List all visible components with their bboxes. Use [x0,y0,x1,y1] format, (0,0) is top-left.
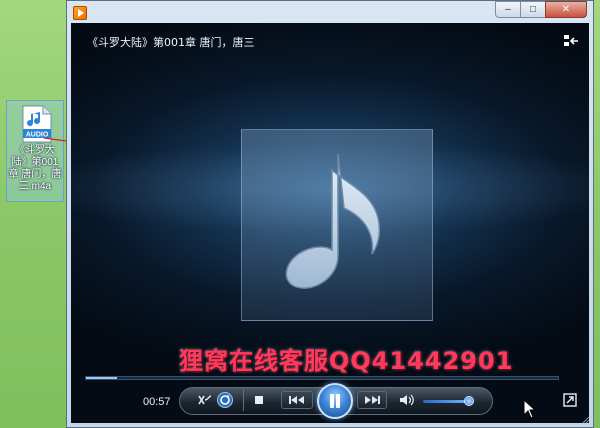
volume-knob[interactable] [464,396,474,406]
expand-icon[interactable] [563,393,577,407]
next-icon [365,396,380,404]
watermark-text: 狸窝在线客服QQ41442901 [179,347,514,375]
pause-button[interactable] [317,383,353,419]
close-button[interactable]: ✕ [545,1,587,18]
previous-icon [289,396,304,404]
now-playing-area[interactable]: 《斗罗大陆》第001章 唐门，唐三 狸窝在线客服QQ41442901 00:57 [71,23,589,423]
resize-grip-icon[interactable] [580,414,590,424]
elapsed-time: 00:57 [143,396,171,408]
window-controls: – □ ✕ [495,1,587,19]
divider [243,389,244,411]
repeat-icon[interactable] [216,391,234,409]
previous-button[interactable] [281,391,313,409]
stop-icon[interactable] [253,394,265,406]
maximize-button[interactable]: □ [520,1,546,18]
seek-bar[interactable] [85,376,559,380]
media-player-window[interactable]: – □ ✕ 《斗罗大陆》第001章 唐门，唐三 狸窝在线客服QQ41442901 [66,0,594,428]
mouse-pointer-icon [523,399,537,419]
album-art-placeholder [241,129,433,321]
track-title: 《斗罗大陆》第001章 唐门，唐三 [87,36,255,49]
volume-slider[interactable] [423,400,469,403]
media-player-icon[interactable] [73,6,87,20]
minimize-button[interactable]: – [495,1,521,18]
music-note-icon [285,153,381,289]
seek-bar-fill [86,377,117,379]
next-button[interactable] [357,391,387,409]
speaker-icon[interactable] [399,393,415,407]
switch-view-icon[interactable] [563,33,579,49]
shuffle-icon[interactable] [197,393,213,407]
